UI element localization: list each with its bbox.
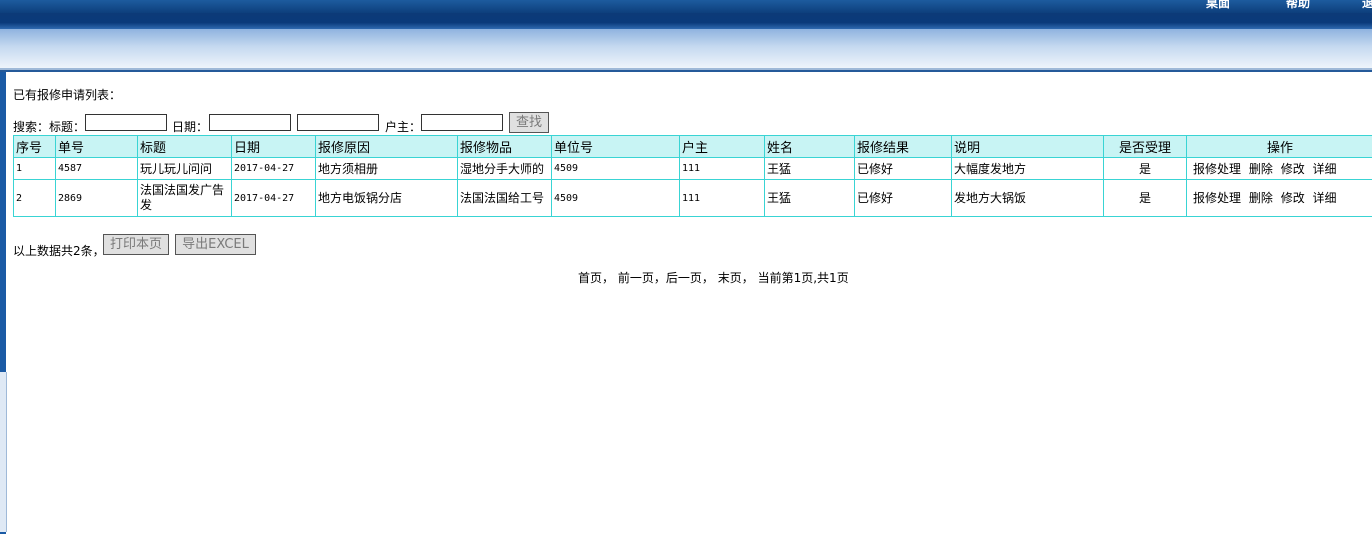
col-title: 标题 bbox=[137, 135, 232, 158]
col-order-no: 单号 bbox=[55, 135, 138, 158]
title-label: 标题： bbox=[49, 120, 86, 134]
col-unit: 单位号 bbox=[551, 135, 680, 158]
col-owner: 户主 bbox=[679, 135, 765, 158]
process-repair-link[interactable]: 报修处理 bbox=[1193, 191, 1241, 205]
edit-link[interactable]: 修改 bbox=[1281, 162, 1305, 176]
last-page-link[interactable]: 末页 bbox=[718, 271, 742, 285]
cell-accepted: 是 bbox=[1103, 179, 1187, 217]
cell-reason: 地方电饭锅分店 bbox=[315, 179, 458, 217]
table-row: 2 2869 法国法国发广告发 2017-04-27 地方电饭锅分店 法国法国给… bbox=[13, 179, 1372, 217]
cell-seq: 1 bbox=[13, 157, 56, 180]
pagination: 首页， 前一页，后一页， 末页， 当前第1页,共1页 bbox=[578, 271, 849, 285]
page-title: 已有报修申请列表： bbox=[13, 88, 122, 102]
cell-reason: 地方须相册 bbox=[315, 157, 458, 180]
cell-title: 玩儿玩儿问问 bbox=[137, 157, 232, 180]
cell-name: 王猛 bbox=[764, 179, 855, 217]
cell-owner: 111 bbox=[679, 179, 765, 217]
owner-label: 户主： bbox=[385, 120, 422, 134]
header-divider-dark bbox=[0, 70, 1372, 72]
page-status: 当前第1页,共1页 bbox=[757, 271, 849, 285]
date-from-input[interactable] bbox=[209, 114, 291, 131]
cell-item: 法国法国给工号 bbox=[457, 179, 552, 217]
cell-title: 法国法国发广告发 bbox=[137, 179, 232, 217]
prev-page-link[interactable]: 前一页 bbox=[618, 271, 654, 285]
left-frame-edge bbox=[0, 72, 7, 534]
title-input[interactable] bbox=[85, 114, 167, 131]
header-band bbox=[0, 13, 1372, 29]
detail-link[interactable]: 详细 bbox=[1313, 191, 1337, 205]
detail-link[interactable]: 详细 bbox=[1313, 162, 1337, 176]
cell-order-no: 4587 bbox=[55, 157, 138, 180]
process-repair-link[interactable]: 报修处理 bbox=[1193, 162, 1241, 176]
col-accepted: 是否受理 bbox=[1103, 135, 1187, 158]
cell-result: 已修好 bbox=[854, 157, 952, 180]
col-actions: 操作 bbox=[1186, 135, 1372, 158]
table-row: 1 4587 玩儿玩儿问问 2017-04-27 地方须相册 湿地分手大师的 4… bbox=[13, 157, 1372, 180]
search-button[interactable]: 查找 bbox=[509, 112, 549, 133]
col-seq: 序号 bbox=[13, 135, 56, 158]
cell-actions: 报修处理 删除 修改 详细 bbox=[1186, 157, 1372, 180]
cell-owner: 111 bbox=[679, 157, 765, 180]
export-excel-button[interactable]: 导出EXCEL bbox=[175, 234, 256, 255]
header-gradient bbox=[0, 29, 1372, 68]
print-button[interactable]: 打印本页 bbox=[103, 234, 169, 255]
col-reason: 报修原因 bbox=[315, 135, 458, 158]
cell-date: 2017-04-27 bbox=[231, 179, 316, 217]
search-label: 搜索： bbox=[13, 120, 50, 134]
cell-date: 2017-04-27 bbox=[231, 157, 316, 180]
logout-link[interactable]: 退出 bbox=[1362, 0, 1372, 11]
cell-item: 湿地分手大师的 bbox=[457, 157, 552, 180]
cell-note: 发地方大锅饭 bbox=[951, 179, 1104, 217]
record-count: 以上数据共2条， bbox=[13, 244, 105, 258]
frame-collapse-handle[interactable] bbox=[0, 372, 7, 532]
col-date: 日期 bbox=[231, 135, 316, 158]
col-note: 说明 bbox=[951, 135, 1104, 158]
col-item: 报修物品 bbox=[457, 135, 552, 158]
cell-unit: 4509 bbox=[551, 179, 680, 217]
edit-link[interactable]: 修改 bbox=[1281, 191, 1305, 205]
delete-link[interactable]: 删除 bbox=[1249, 162, 1273, 176]
repair-request-table: 序号 单号 标题 日期 报修原因 报修物品 单位号 户主 姓名 报修结果 说明 … bbox=[13, 135, 1372, 217]
cell-accepted: 是 bbox=[1103, 157, 1187, 180]
cell-note: 大幅度发地方 bbox=[951, 157, 1104, 180]
cell-result: 已修好 bbox=[854, 179, 952, 217]
first-page-link[interactable]: 首页 bbox=[578, 271, 602, 285]
cell-unit: 4509 bbox=[551, 157, 680, 180]
cell-actions: 报修处理 删除 修改 详细 bbox=[1186, 179, 1372, 217]
cell-name: 王猛 bbox=[764, 157, 855, 180]
top-bar: 桌面 帮助 退出 bbox=[0, 0, 1372, 13]
owner-input[interactable] bbox=[421, 114, 503, 131]
table-header-row: 序号 单号 标题 日期 报修原因 报修物品 单位号 户主 姓名 报修结果 说明 … bbox=[13, 135, 1372, 158]
next-page-link[interactable]: 后一页 bbox=[666, 271, 702, 285]
help-link[interactable]: 帮助 bbox=[1286, 0, 1310, 11]
date-to-input[interactable] bbox=[297, 114, 379, 131]
col-result: 报修结果 bbox=[854, 135, 952, 158]
delete-link[interactable]: 删除 bbox=[1249, 191, 1273, 205]
cell-seq: 2 bbox=[13, 179, 56, 217]
cell-order-no: 2869 bbox=[55, 179, 138, 217]
col-name: 姓名 bbox=[764, 135, 855, 158]
date-label: 日期： bbox=[172, 120, 209, 134]
desktop-link[interactable]: 桌面 bbox=[1206, 0, 1230, 11]
